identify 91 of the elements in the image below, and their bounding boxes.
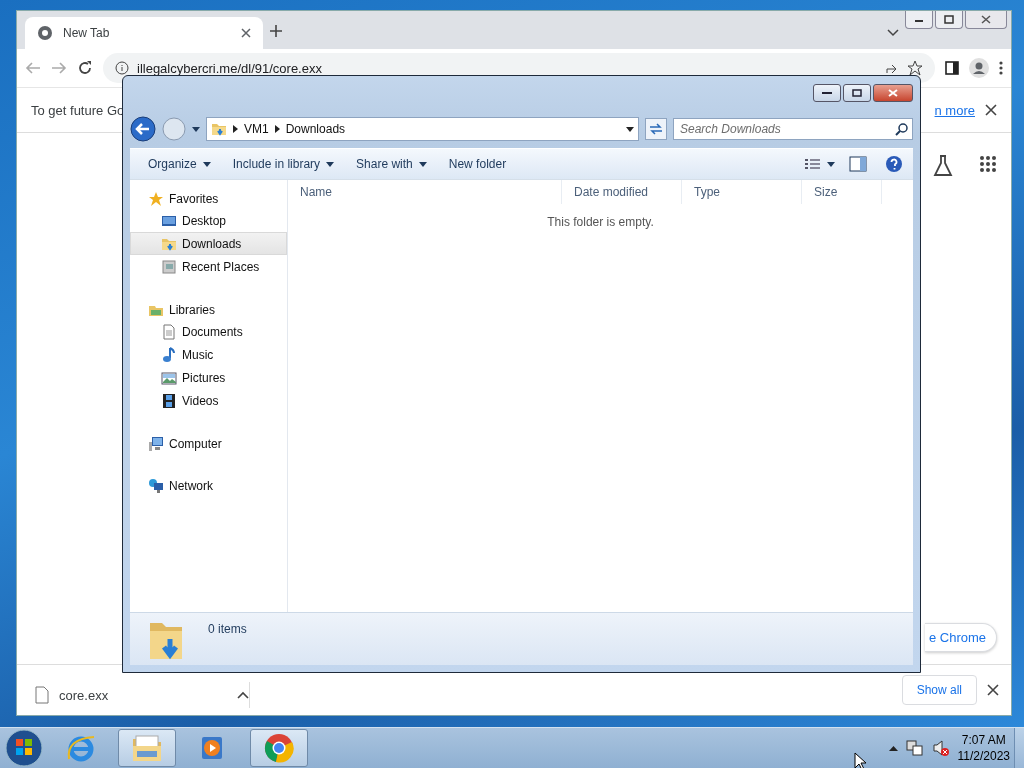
- plus-icon[interactable]: [269, 24, 283, 38]
- network-icon: [148, 477, 164, 494]
- empty-folder-message: This folder is empty.: [546, 215, 655, 229]
- refresh-icon[interactable]: [645, 118, 667, 140]
- folder-icon: [131, 733, 163, 763]
- flask-icon[interactable]: [933, 155, 953, 177]
- downloads-folder-icon: [211, 121, 227, 137]
- column-header[interactable]: Type: [682, 180, 802, 204]
- download-item[interactable]: core.exx: [35, 682, 250, 708]
- nav-item[interactable]: Recent Places: [130, 255, 287, 278]
- breadcrumb-item[interactable]: Downloads: [285, 122, 346, 136]
- close-icon[interactable]: [985, 104, 997, 116]
- chevron-down-icon[interactable]: [887, 29, 899, 37]
- close-button[interactable]: [965, 11, 1007, 29]
- chevron-right-icon: [233, 125, 238, 133]
- column-header[interactable]: Name: [288, 180, 562, 204]
- item-count: 0 items: [208, 622, 247, 636]
- taskbar-button[interactable]: [250, 729, 308, 767]
- minimize-icon: [822, 91, 832, 95]
- toolbar-button[interactable]: Share with: [348, 153, 435, 175]
- caret-icon: [827, 161, 835, 167]
- preview-pane-icon[interactable]: [849, 156, 867, 172]
- dropdown-arrow-icon[interactable]: [626, 126, 634, 132]
- maximize-button[interactable]: [935, 11, 963, 29]
- volume-muted-icon[interactable]: [931, 739, 950, 757]
- nav-section[interactable]: Favorites: [130, 188, 287, 209]
- close-icon[interactable]: [987, 684, 999, 696]
- menu-dots-icon[interactable]: [999, 60, 1003, 76]
- list-view-icon: [805, 158, 821, 170]
- picture-icon: [161, 369, 177, 386]
- restore-icon: [852, 89, 862, 97]
- nav-item[interactable]: Desktop: [130, 209, 287, 232]
- minimize-button[interactable]: [813, 84, 841, 102]
- help-icon[interactable]: [885, 155, 903, 173]
- breadcrumb-item[interactable]: VM1: [244, 122, 269, 136]
- nav-item[interactable]: Pictures: [130, 366, 287, 389]
- caret-icon: [326, 161, 335, 167]
- browser-tab[interactable]: New Tab: [25, 17, 263, 49]
- nav-section[interactable]: Computer: [130, 433, 287, 454]
- nav-item[interactable]: Documents: [130, 320, 287, 343]
- film-icon: [161, 392, 177, 409]
- nav-section[interactable]: Network: [130, 475, 287, 496]
- close-icon: [981, 15, 991, 24]
- start-orb-icon[interactable]: [4, 729, 44, 767]
- learn-more-link[interactable]: n more: [934, 102, 975, 118]
- info-icon: [115, 61, 129, 75]
- caret-icon: [418, 161, 427, 167]
- clock[interactable]: 7:07 AM 11/2/2023: [957, 732, 1010, 764]
- dropdown-arrow-icon[interactable]: [192, 126, 200, 132]
- toolbar-button[interactable]: Include in library: [224, 153, 343, 175]
- toolbar-button[interactable]: New folder: [440, 153, 515, 175]
- close-icon[interactable]: [241, 28, 251, 38]
- chevron-up-icon[interactable]: [237, 691, 249, 699]
- column-header[interactable]: Date modified: [562, 180, 682, 204]
- customize-chrome-button[interactable]: e Chrome: [924, 623, 997, 652]
- nav-item[interactable]: Videos: [130, 389, 287, 412]
- show-all-button[interactable]: Show all: [901, 675, 977, 705]
- file-icon: [35, 686, 49, 704]
- recent-places-icon: [161, 258, 177, 275]
- profile-avatar-icon[interactable]: [969, 58, 989, 78]
- computer-icon: [148, 435, 164, 452]
- star-icon: [148, 190, 164, 207]
- chevron-up-icon[interactable]: [888, 745, 898, 751]
- reload-icon[interactable]: [77, 60, 93, 76]
- url-text: illegalcybercri.me/dl/91/core.exx: [137, 60, 323, 76]
- music-note-icon: [161, 346, 177, 363]
- close-button[interactable]: [873, 84, 913, 102]
- restore-icon: [944, 15, 954, 24]
- chevron-right-icon: [274, 125, 280, 133]
- close-icon: [888, 89, 898, 97]
- star-icon[interactable]: [907, 60, 923, 76]
- chrome-logo-icon: [264, 733, 294, 763]
- nav-item[interactable]: Downloads: [130, 232, 287, 255]
- nav-section[interactable]: Libraries: [130, 299, 287, 320]
- browser-e-icon: [66, 733, 96, 763]
- search-icon: [895, 123, 908, 136]
- search-field[interactable]: Search Downloads: [673, 118, 913, 140]
- cursor-icon: [854, 752, 866, 768]
- breadcrumb-bar[interactable]: VM1 Downloads: [206, 117, 639, 141]
- column-header[interactable]: Size: [802, 180, 882, 204]
- side-panel-icon[interactable]: [945, 61, 959, 75]
- toolbar-button[interactable]: Organize: [140, 153, 219, 175]
- caret-icon: [202, 161, 211, 167]
- taskbar-button[interactable]: [118, 729, 176, 767]
- chrome-logo-icon: [37, 25, 53, 41]
- nav-item[interactable]: Music: [130, 343, 287, 366]
- network-icon[interactable]: [905, 739, 924, 757]
- maximize-button[interactable]: [843, 84, 871, 102]
- document-icon: [161, 323, 177, 340]
- apps-grid-icon[interactable]: [979, 155, 997, 173]
- minimize-button[interactable]: [905, 11, 933, 29]
